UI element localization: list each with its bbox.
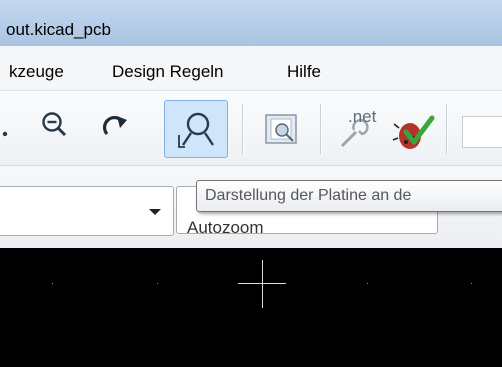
toolbar-next-button[interactable]: [462, 116, 502, 148]
tooltip-text: Darstellung der Platine an de: [205, 187, 412, 204]
grid-dot: [471, 283, 472, 284]
drc-icon[interactable]: [392, 110, 436, 154]
title-bar: out.kicad_pcb: [0, 0, 502, 46]
toolbar-separator: [242, 104, 244, 154]
grid-dot: [367, 283, 368, 284]
crosshair-cursor: [262, 260, 263, 308]
zoom-out-icon[interactable]: [40, 110, 70, 142]
zoom-fit-button[interactable]: [164, 100, 228, 158]
toolbar-separator: [446, 104, 448, 154]
window-title: out.kicad_pcb: [6, 20, 111, 39]
menu-item-werkzeuge[interactable]: kzeuge: [9, 62, 64, 82]
grid-dot: [52, 283, 53, 284]
grid-dot: [157, 283, 158, 284]
redraw-icon[interactable]: [100, 112, 132, 144]
chevron-down-icon[interactable]: [149, 209, 161, 215]
toolbar-separator: [320, 104, 322, 154]
menu-bar: [0, 46, 502, 91]
menu-item-design-regeln[interactable]: Design Regeln: [112, 62, 224, 82]
ellipsis-icon: [2, 124, 8, 137]
tooltip: Darstellung der Platine an de: [196, 180, 502, 212]
board-view-icon[interactable]: [262, 110, 302, 150]
layer-select[interactable]: [0, 186, 174, 236]
zoom-select-value: Autozoom: [187, 218, 264, 237]
menu-item-hilfe[interactable]: Hilfe: [287, 62, 321, 82]
netlist-label: .net: [348, 107, 377, 126]
pcb-canvas[interactable]: [0, 248, 502, 367]
zoom-fit-icon: [177, 109, 217, 151]
netlist-icon[interactable]: .net: [334, 106, 380, 152]
